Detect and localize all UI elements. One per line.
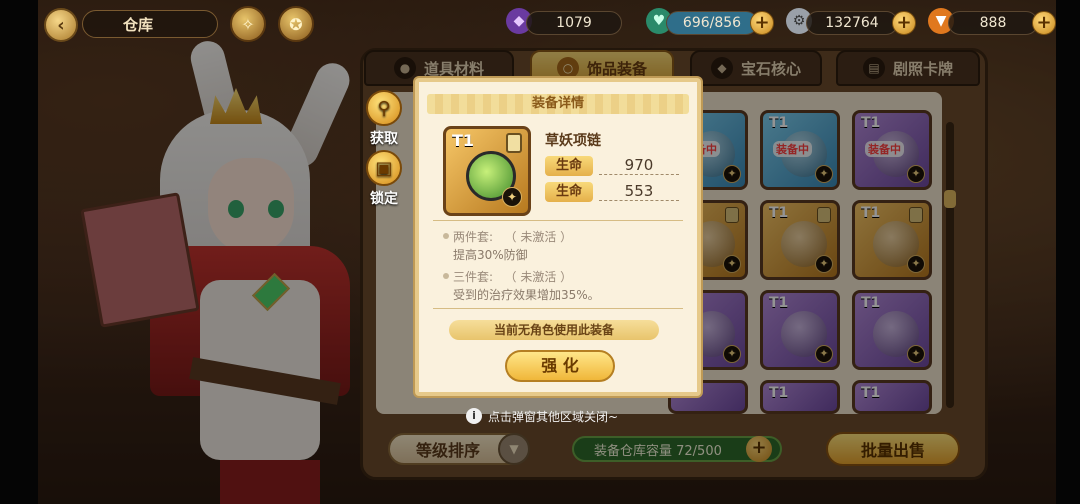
close-hint: i 点击弹窗其他区域关闭~ xyxy=(466,406,618,426)
equipment-detail-modal: 装备详情 T1 ✦ 草妖项链 生命 970 生命 553 两件套: （ 未激活 … xyxy=(415,78,701,396)
set-status: （ 未激活 ） xyxy=(504,270,573,284)
resource-crystal: 1079 xyxy=(526,11,622,35)
resource-value: 132764 xyxy=(825,15,879,31)
page-title-text: 仓库 xyxy=(123,15,154,34)
resource-carrot: 888 xyxy=(948,11,1038,35)
close-hint-text: 点击弹窗其他区域关闭~ xyxy=(488,409,619,424)
add-potion-button[interactable]: + xyxy=(750,11,774,35)
bullet-icon xyxy=(443,273,449,279)
right-letterbox xyxy=(1056,0,1080,504)
stat-label: 生命 xyxy=(545,182,593,202)
divider xyxy=(433,220,683,221)
set-bonus-desc: 受到的治疗效果增加35%。 xyxy=(453,288,600,302)
stat-value: 553 xyxy=(599,182,679,201)
page-title: 仓库 xyxy=(82,10,218,38)
enhance-button[interactable]: 强 化 xyxy=(505,350,615,382)
set-bonus-title: 两件套: （ 未激活 ） xyxy=(453,228,572,245)
add-carrot-button[interactable]: + xyxy=(1032,11,1056,35)
set-count: 三件套: xyxy=(453,270,494,284)
stat-label: 生命 xyxy=(545,156,593,176)
game-scene: ● 道具材料 ○ 饰品装备 ◆ 宝石核心 ▤ 剧照卡牌 装备中 ✦ T1 装备中… xyxy=(0,0,1080,504)
item-tier: T1 xyxy=(452,131,475,150)
info-icon: i xyxy=(466,408,482,424)
obtain-label: 获取 xyxy=(370,131,398,147)
set-bonus-desc: 提高30%防御 xyxy=(453,248,528,262)
back-button[interactable]: ‹ xyxy=(44,8,78,42)
lock-icon[interactable] xyxy=(506,133,522,153)
star-icon: ✦ xyxy=(502,187,522,207)
left-letterbox xyxy=(0,0,38,504)
padlock-icon: ▣ xyxy=(366,150,402,186)
treasure-icon[interactable]: ✪ xyxy=(278,6,314,42)
bullet-icon xyxy=(443,233,449,239)
obtain-button[interactable]: ⚲ 获取 xyxy=(364,90,404,148)
resource-potion: 696/856 xyxy=(666,11,758,35)
resource-value: 696/856 xyxy=(682,15,742,31)
set-count: 两件套: xyxy=(453,230,494,244)
compass-icon[interactable]: ✧ xyxy=(230,6,266,42)
item-icon-box: T1 ✦ xyxy=(443,126,531,216)
set-bonus-title: 三件套: （ 未激活 ） xyxy=(453,268,572,285)
item-name: 草妖项链 xyxy=(545,133,601,149)
add-coin-button[interactable]: + xyxy=(892,11,916,35)
resource-coin: 132764 xyxy=(806,11,898,35)
lock-button[interactable]: ▣ 锁定 xyxy=(364,150,404,208)
divider xyxy=(433,308,683,309)
stat-value: 970 xyxy=(599,156,679,175)
usage-note: 当前无角色使用此装备 xyxy=(449,320,659,340)
magnifier-icon: ⚲ xyxy=(366,90,402,126)
lock-label: 锁定 xyxy=(370,191,398,207)
set-status: （ 未激活 ） xyxy=(504,230,573,244)
resource-value: 1079 xyxy=(556,15,592,31)
modal-title: 装备详情 xyxy=(427,94,689,114)
resource-value: 888 xyxy=(979,15,1007,31)
